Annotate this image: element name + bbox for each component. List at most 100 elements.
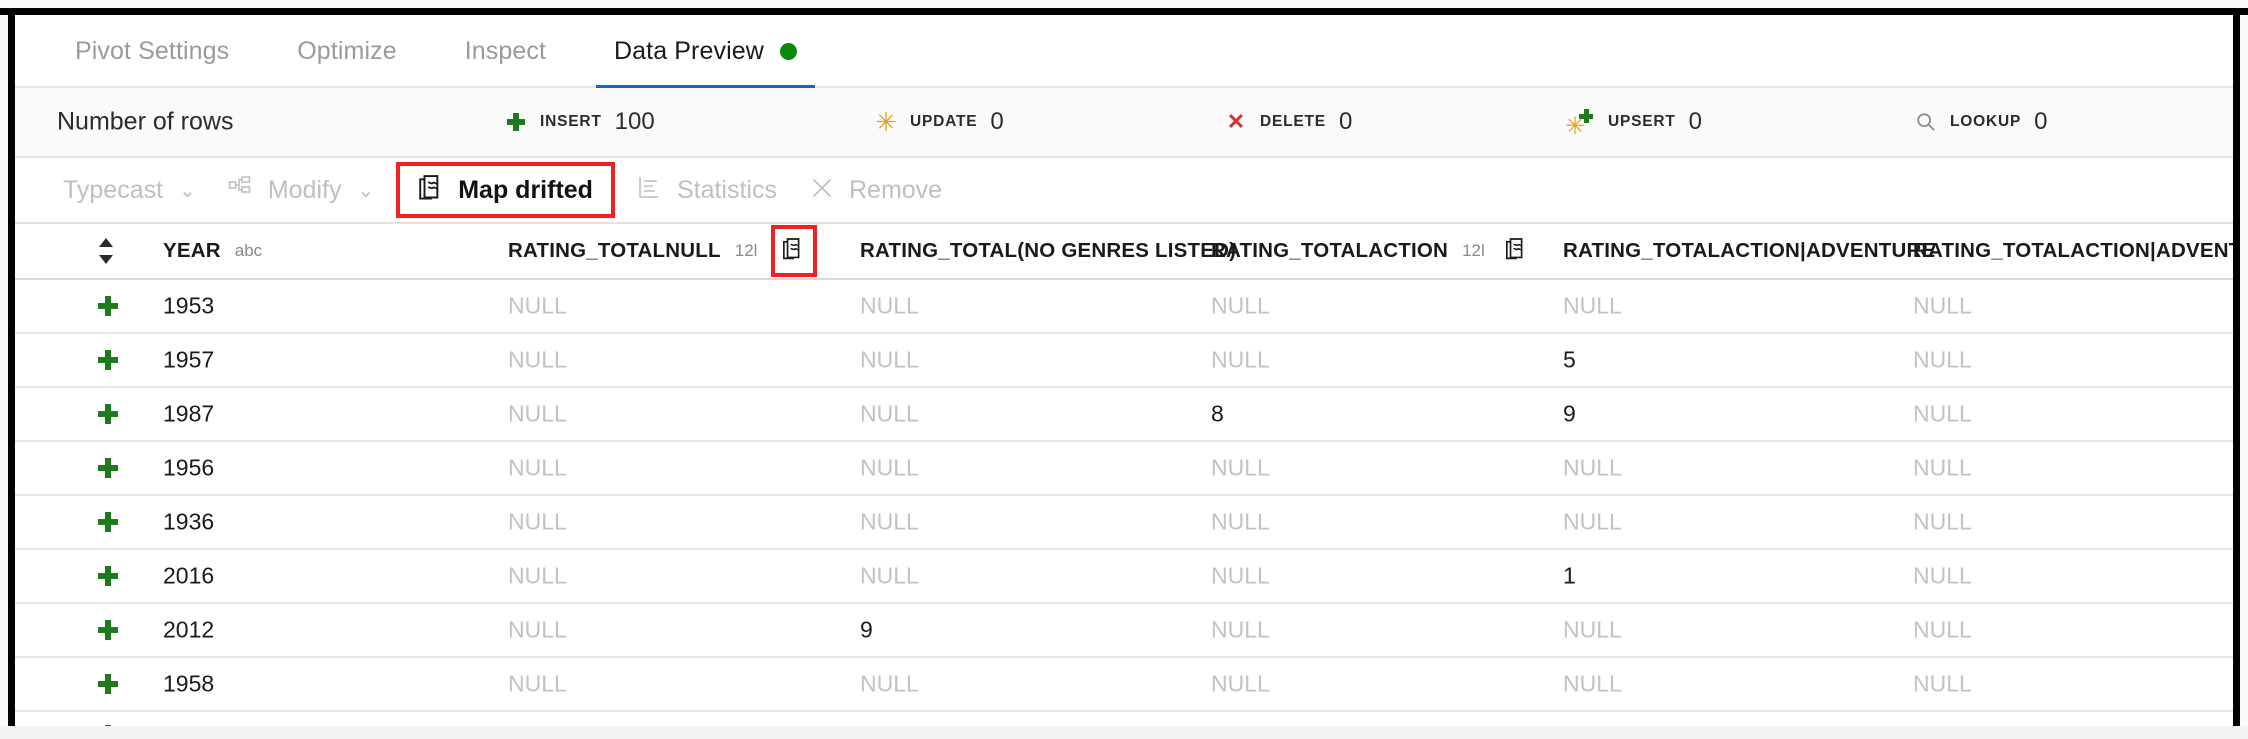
tab-list: Pivot Settings Optimize Inspect Data Previe… (15, 15, 2233, 90)
table-row[interactable]: 1958 NULL NULL NULL NULL NULL (15, 658, 2233, 712)
row-insert-marker-icon (97, 724, 119, 726)
cell-rating-totalaction: NULL (1211, 509, 1270, 536)
column-header-label: RATING_TOTAL(NO GENRES LISTED) (860, 239, 1237, 262)
cell-value: 1958 (163, 670, 215, 697)
statistics-icon (637, 175, 665, 205)
column-map-drifted-icon[interactable] (1499, 238, 1529, 264)
cell-value: 9 (860, 616, 873, 643)
cell-value: NULL (508, 670, 567, 697)
cell-value: NULL (1913, 670, 1972, 697)
cell-value: NULL (508, 724, 567, 726)
cell-value: 1936 (163, 508, 215, 535)
cell-value: NULL (508, 400, 567, 427)
cell-value: NULL (1913, 508, 1972, 535)
cell-rating-totalaction: NULL (1211, 671, 1270, 698)
row-count-value: 0 (2034, 108, 2048, 135)
table-row[interactable]: 2016 NULL NULL NULL 1 NULL (15, 550, 2233, 604)
cell-rating-total-no-genres-listed-: NULL (860, 563, 919, 590)
cell-value: NULL (1913, 292, 1972, 319)
cell-rating-totalnull: NULL (508, 724, 567, 726)
cell-year: 1956 (163, 455, 214, 482)
cell-rating-totalaction-adventure-a: NULL (1913, 347, 1972, 374)
tab-pivot-settings[interactable]: Pivot Settings (41, 15, 263, 88)
cell-value: 1957 (163, 346, 215, 373)
row-count-label: INSERT (540, 113, 602, 130)
cell-rating-totalaction-adventure-a: NULL (1913, 617, 1972, 644)
cell-year: 1953 (163, 293, 214, 320)
tab-bar: Pivot Settings Optimize Inspect Data Previe… (15, 15, 2233, 90)
cell-value: NULL (860, 454, 919, 481)
cell-value: 1956 (163, 454, 215, 481)
screenshot-root: Pivot Settings Optimize Inspect Data Previe… (0, 0, 2248, 739)
cell-value: 2016 (163, 562, 215, 589)
cell-rating-totalnull: NULL (508, 563, 567, 590)
cell-value: 5 (1563, 346, 1576, 373)
toolbar-item-label: Typecast (63, 175, 164, 204)
cell-value: NULL (508, 346, 567, 373)
row-count-value: 100 (614, 108, 655, 135)
column-header-rating-totalnull[interactable]: RATING_TOTALNULL 12l (508, 225, 818, 277)
search-icon (1915, 111, 1937, 133)
cell-value: NULL (1563, 508, 1622, 535)
toolbar-modify-button: Modify ⌄ (212, 166, 390, 214)
window-chrome-bottom (0, 726, 2248, 739)
row-count-value: 0 (1688, 108, 1703, 135)
cell-rating-totalaction-adventure-a: NULL (1913, 563, 1972, 590)
table-row[interactable]: 1943 NULL NULL NULL NULL NULL (15, 712, 2233, 726)
column-header-rating-totalaction[interactable]: RATING_TOTALACTION 12l (1211, 238, 1529, 264)
toolbar-typecast-button: Typecast ⌄ (47, 166, 212, 214)
sort-toggle-icon[interactable] (97, 236, 115, 266)
row-insert-marker-icon (97, 619, 119, 641)
tab-inspect[interactable]: Inspect (431, 15, 580, 88)
cell-rating-totalaction: NULL (1211, 563, 1270, 590)
row-insert-marker-icon (97, 673, 119, 695)
cell-rating-totalaction: NULL (1211, 724, 1270, 726)
cell-value: NULL (860, 508, 919, 535)
cell-value: NULL (1211, 670, 1270, 697)
cell-value: NULL (1211, 346, 1270, 373)
column-header-rating-totalaction-adventure[interactable]: RATING_TOTALACTION|ADVENTURE (1563, 239, 1935, 263)
column-header-label: YEAR (163, 239, 221, 262)
cell-rating-totalaction-adventure: 1 (1563, 563, 1576, 590)
tab-data-preview[interactable]: Data Preview (580, 15, 831, 90)
cell-value: NULL (1563, 724, 1622, 726)
row-count-lookup: LOOKUP 0 (1915, 108, 2047, 136)
cell-value: NULL (860, 292, 919, 319)
cell-value: NULL (1913, 400, 1972, 427)
column-header-rating-total-no-genres-listed-[interactable]: RATING_TOTAL(NO GENRES LISTED) (860, 239, 1236, 263)
cell-value: 1987 (163, 400, 215, 427)
cell-rating-totalnull: NULL (508, 347, 567, 374)
cell-rating-totalaction-adventure: NULL (1563, 293, 1622, 320)
toolbar-item-label: Map drifted (458, 175, 593, 204)
row-count-insert: INSERT 100 (505, 108, 655, 136)
grid-header-row: YEAR abc RATING_TOTALNULL 12l RATING_TOTAL(N… (15, 224, 2233, 280)
row-count-delete: ✕ DELETE 0 (1225, 108, 1353, 136)
cell-rating-totalnull: NULL (508, 401, 567, 428)
column-header-rating-totalaction-adventure-a[interactable]: RATING_TOTALACTION|ADVENTURE|A (1913, 239, 2233, 263)
cell-value: NULL (1211, 724, 1270, 726)
table-row[interactable]: 2012 NULL 9 NULL NULL NULL (15, 604, 2233, 658)
cell-rating-totalaction-adventure-a: NULL (1913, 293, 1972, 320)
cell-value: NULL (1211, 292, 1270, 319)
toolbar-map-drifted-button[interactable]: Map drifted (396, 162, 615, 218)
table-row[interactable]: 1987 NULL NULL 8 9 NULL (15, 388, 2233, 442)
chevron-down-icon: ⌄ (179, 179, 196, 202)
column-map-drifted-icon[interactable] (771, 225, 818, 277)
cell-year: 1936 (163, 509, 214, 536)
table-row[interactable]: 1957 NULL NULL NULL 5 NULL (15, 334, 2233, 388)
tab-optimize[interactable]: Optimize (263, 15, 430, 88)
table-row[interactable]: 1956 NULL NULL NULL NULL NULL (15, 442, 2233, 496)
cell-value: NULL (1563, 670, 1622, 697)
table-row[interactable]: 1936 NULL NULL NULL NULL NULL (15, 496, 2233, 550)
cell-rating-totalaction-adventure: NULL (1563, 724, 1622, 726)
column-header-year[interactable]: YEAR abc (163, 239, 262, 263)
table-row[interactable]: 1953 NULL NULL NULL NULL NULL (15, 280, 2233, 334)
map-drifted-icon (418, 175, 446, 205)
tab-status-dot-icon (779, 43, 797, 60)
cell-rating-total-no-genres-listed-: NULL (860, 347, 919, 374)
data-preview-panel: Pivot Settings Optimize Inspect Data Previe… (15, 15, 2233, 726)
row-insert-marker-icon (97, 349, 119, 371)
data-grid: YEAR abc RATING_TOTALNULL 12l RATING_TOTAL(N… (15, 224, 2233, 726)
cell-value: NULL (1913, 454, 1972, 481)
cell-rating-totalaction: NULL (1211, 293, 1270, 320)
